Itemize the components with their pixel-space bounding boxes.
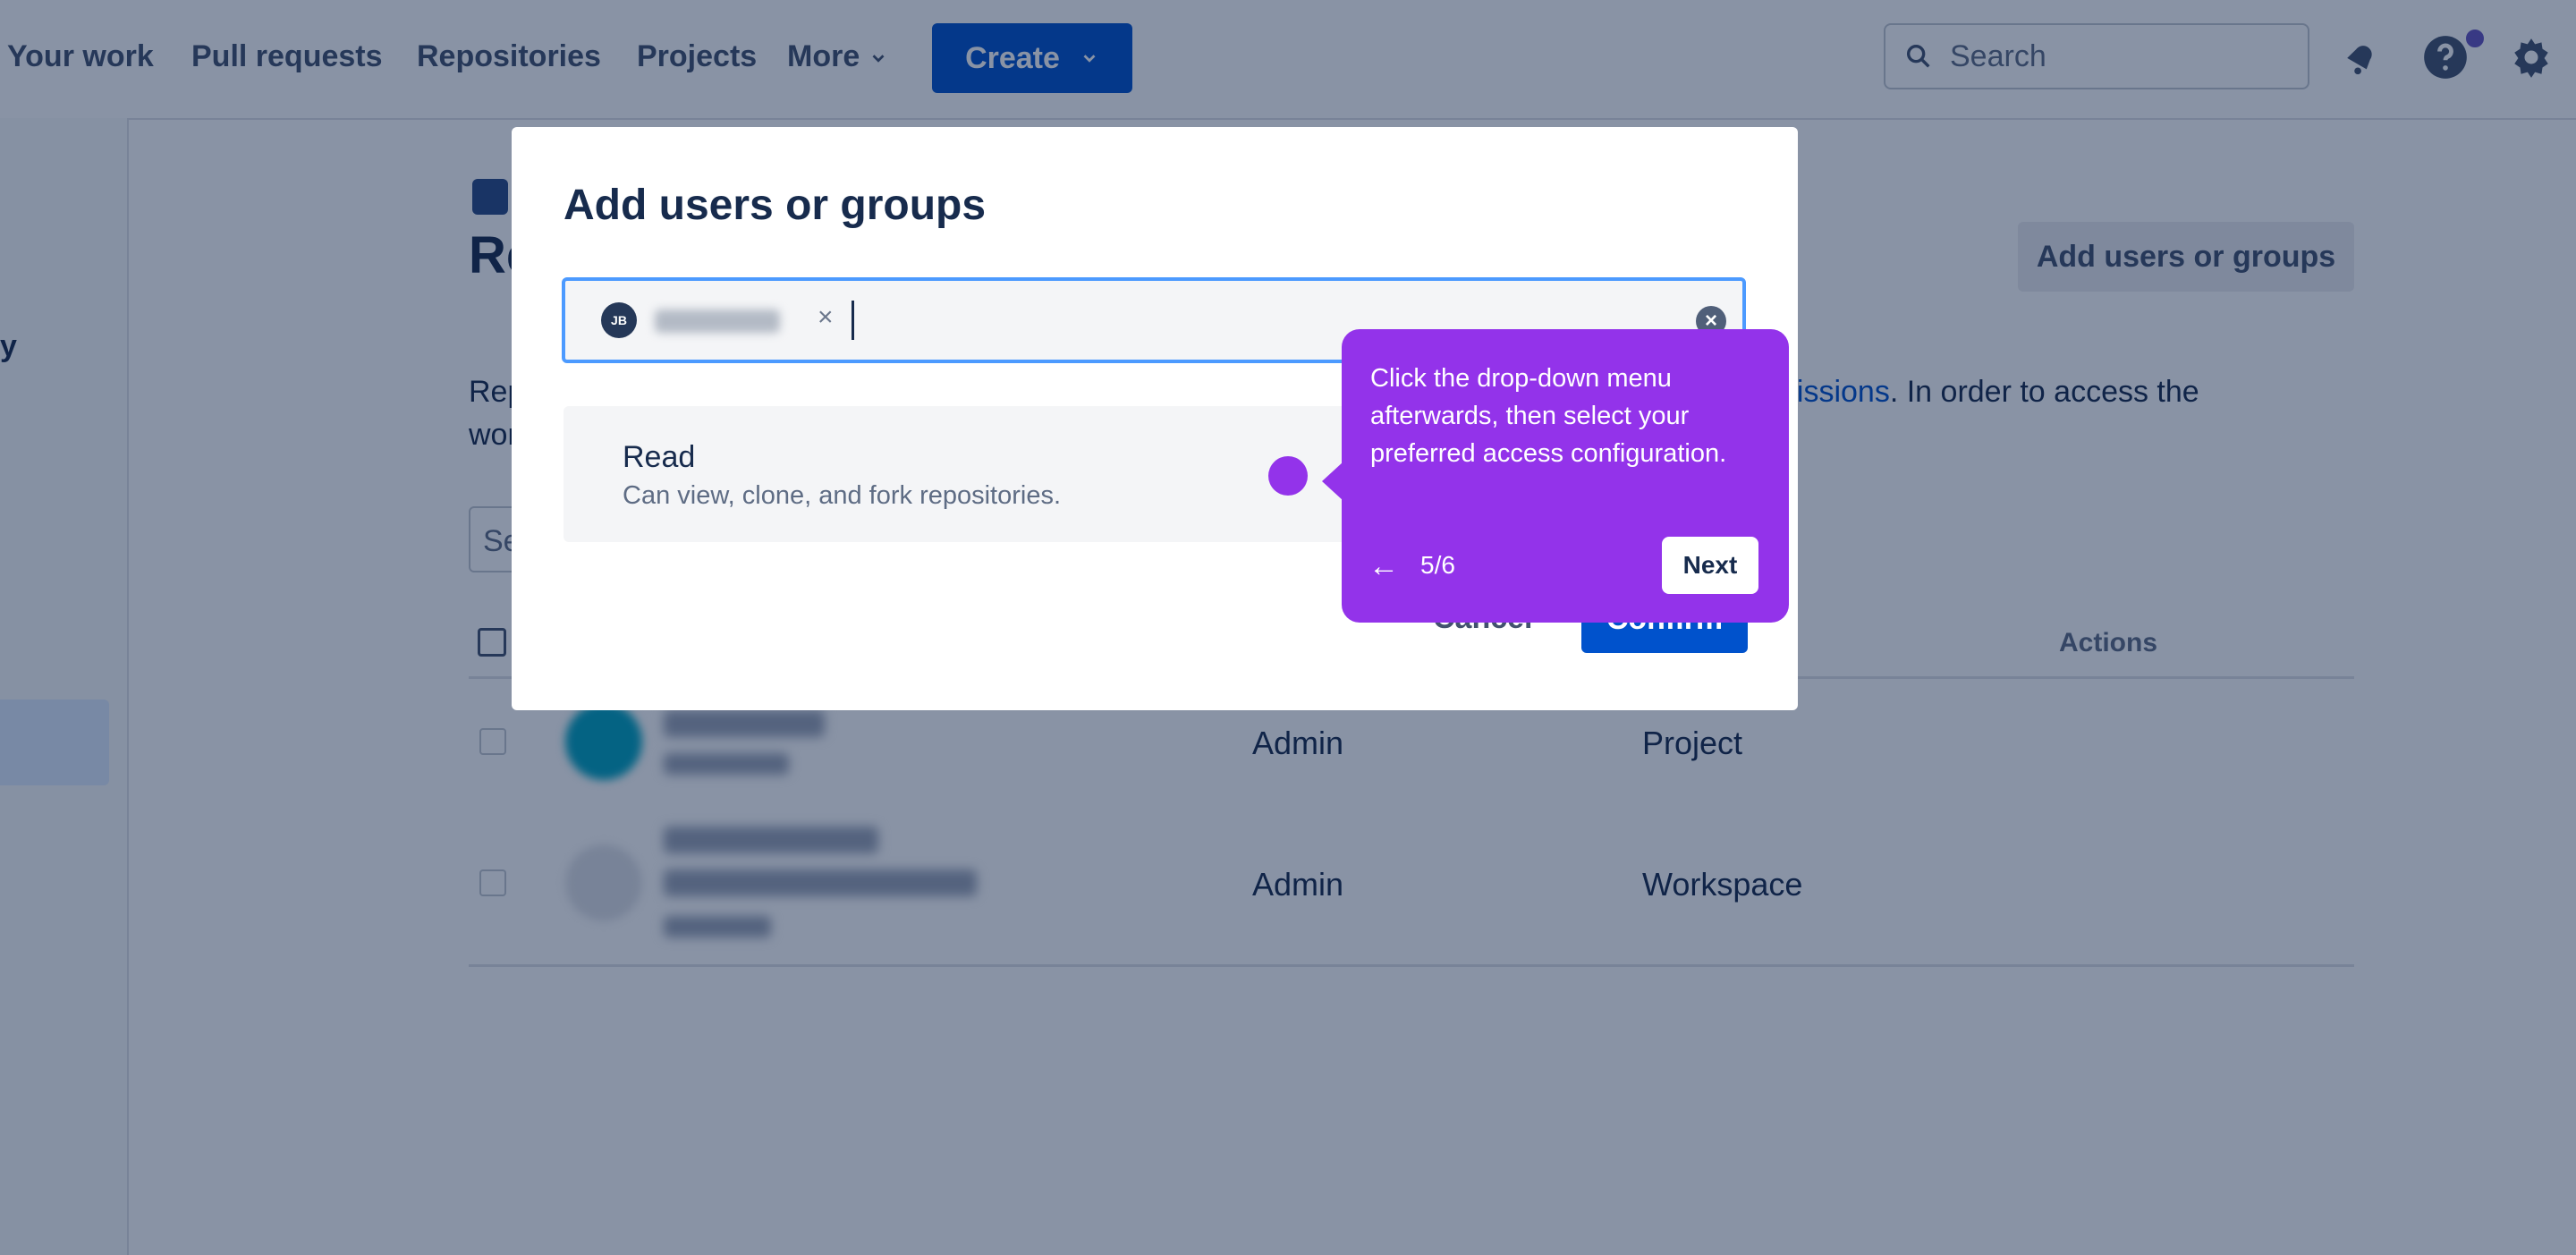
avatar: JB [601, 302, 637, 338]
permission-description: Can view, clone, and fork repositories. [623, 481, 1062, 510]
tooltip-text: Click the drop-down menu afterwards, the… [1370, 364, 1727, 468]
back-arrow-icon[interactable]: ← [1368, 549, 1399, 584]
modal-title: Add users or groups [564, 182, 987, 229]
tooltip-arrow [1322, 462, 1343, 501]
guide-tooltip: Click the drop-down menu afterwards, the… [1342, 329, 1789, 623]
next-button[interactable]: Next [1662, 537, 1758, 594]
remove-chip-icon[interactable]: × [818, 302, 834, 333]
text-cursor [852, 301, 854, 340]
guide-beacon[interactable] [1268, 456, 1308, 496]
permission-title: Read [623, 440, 696, 474]
step-counter: 5/6 [1420, 551, 1455, 579]
selected-user-name-redacted [655, 310, 780, 333]
